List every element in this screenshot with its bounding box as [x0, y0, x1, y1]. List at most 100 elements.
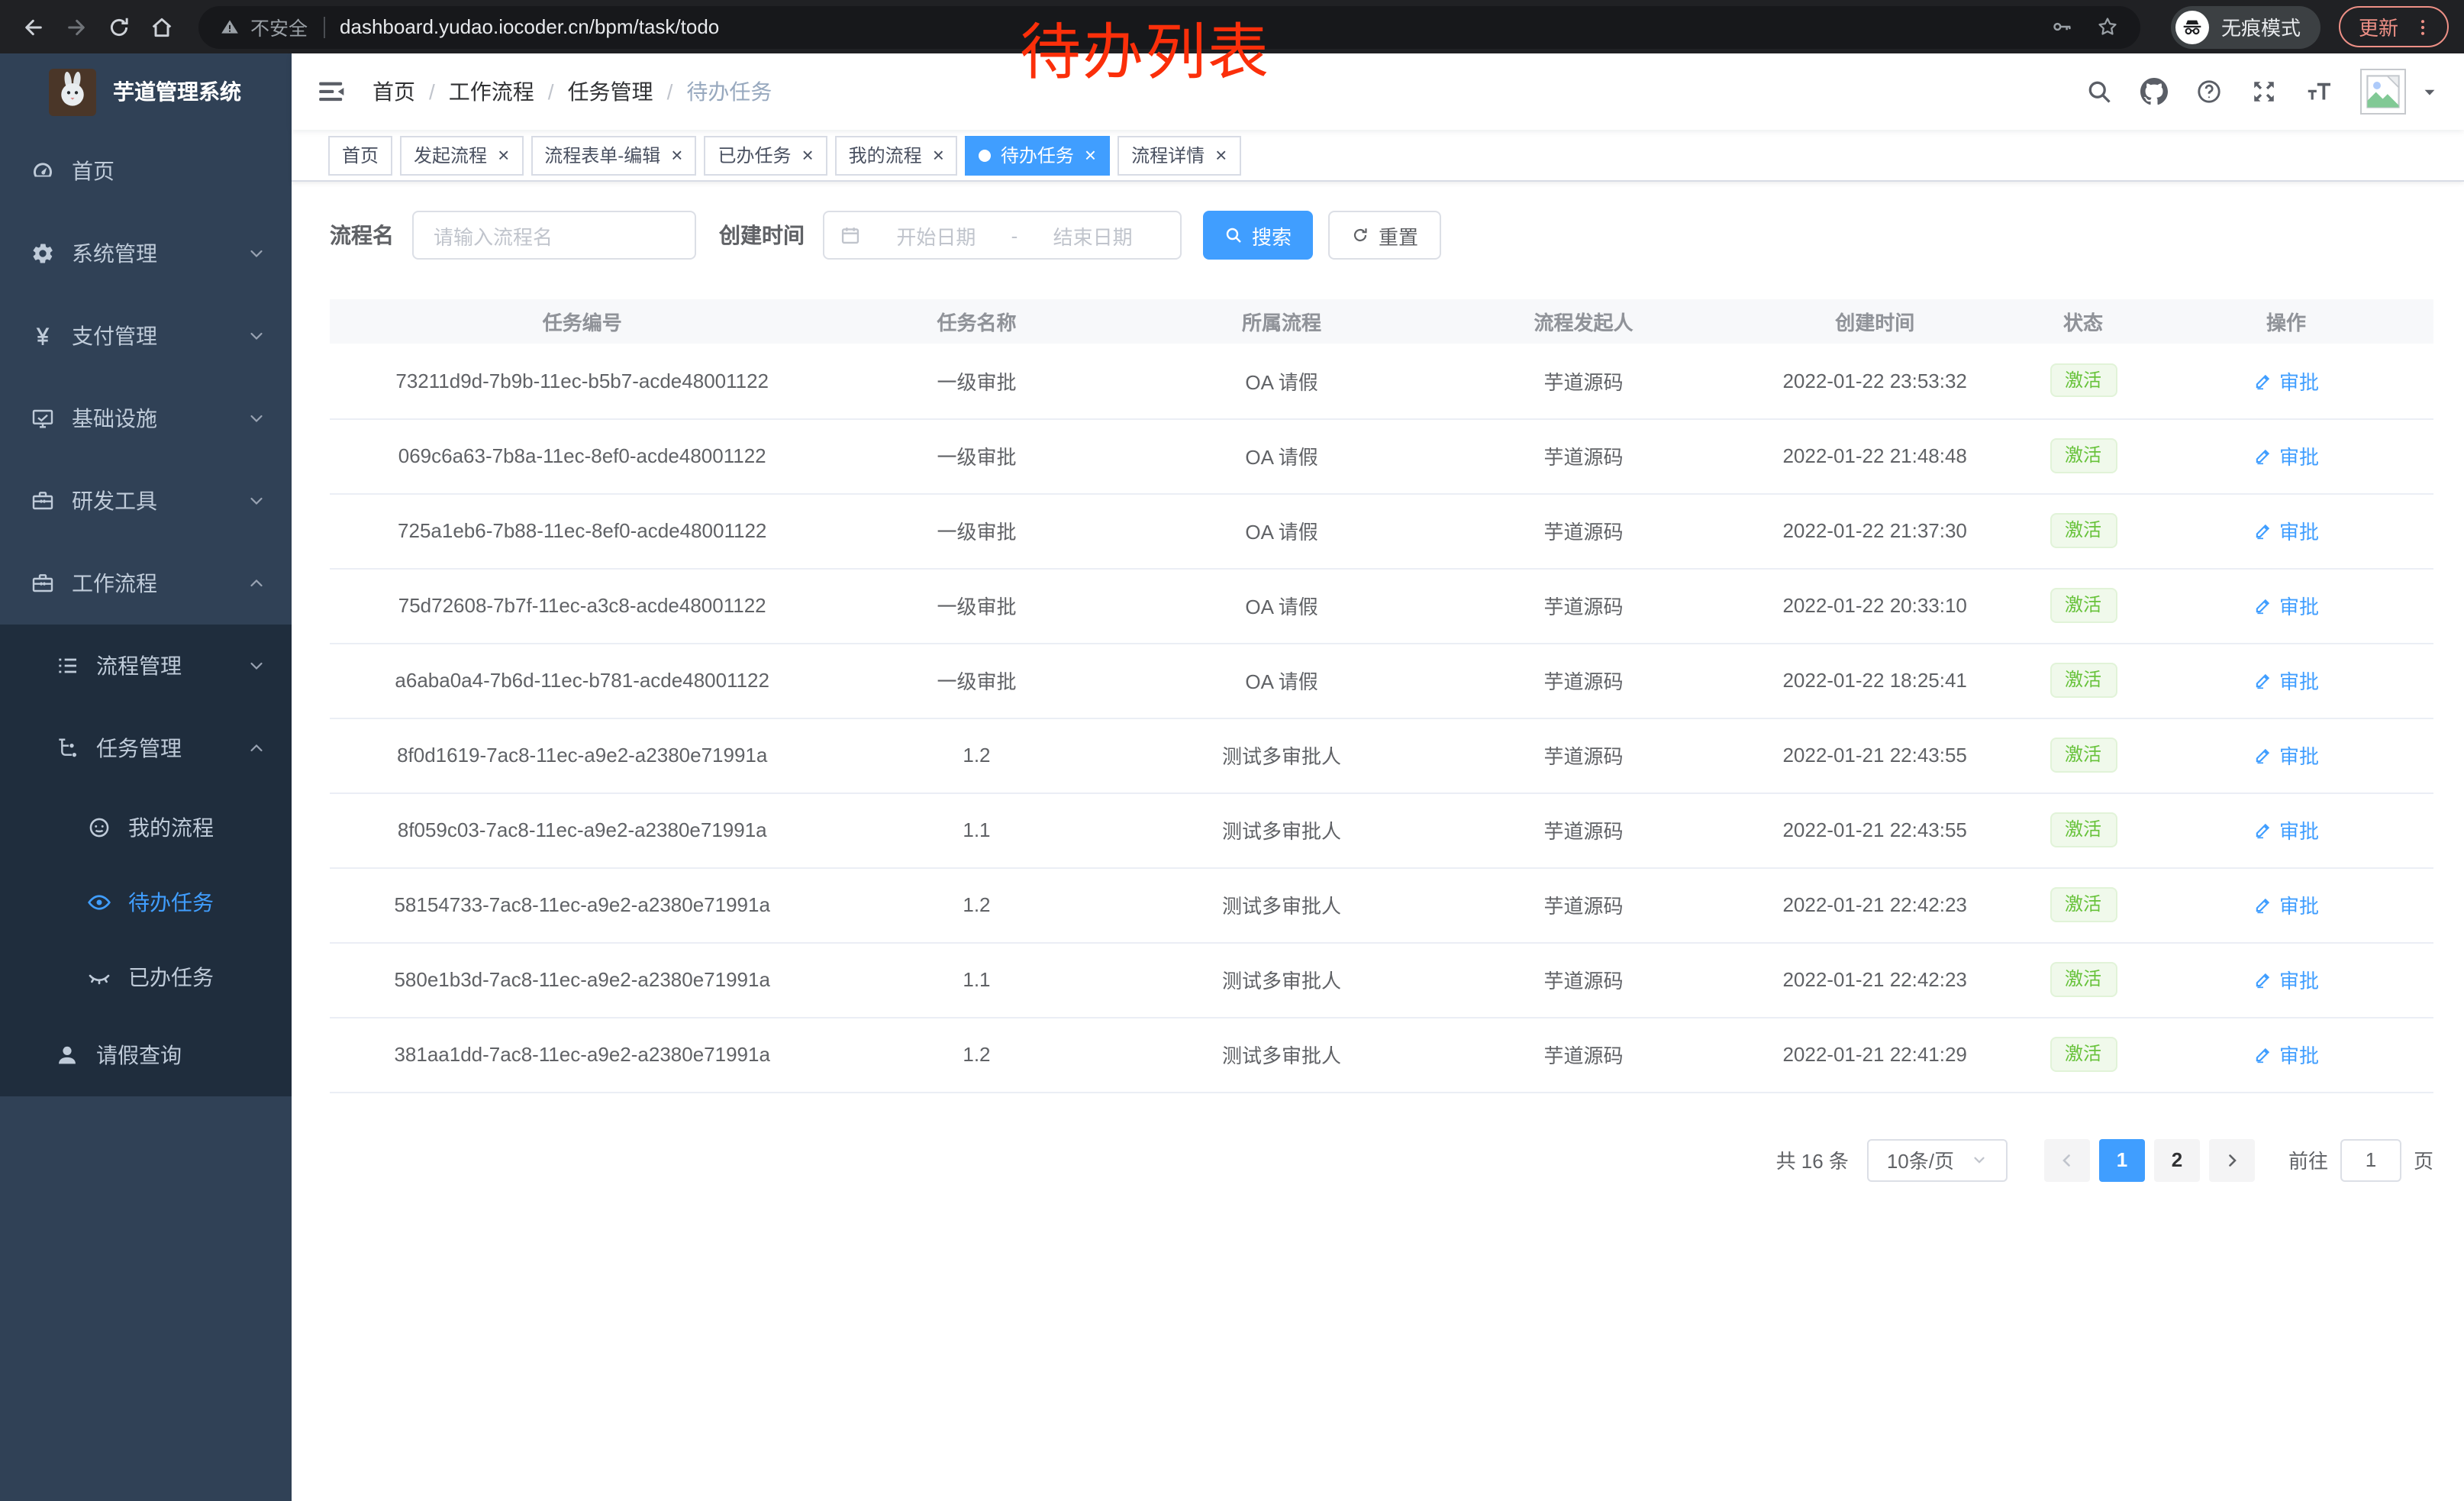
sidebar-item-process-mgmt[interactable]: 流程管理 [0, 625, 292, 707]
security-chip[interactable]: 不安全 [220, 12, 308, 41]
font-size-icon[interactable] [2305, 78, 2333, 105]
process-name-input[interactable]: 请输入流程名 [412, 211, 696, 260]
tab-close-icon[interactable]: × [801, 145, 813, 165]
pager-pages: 12 [2099, 1138, 2200, 1181]
sidebar-logo[interactable]: 芋道管理系统 [0, 53, 292, 130]
tab-start-process[interactable]: 发起流程× [400, 135, 523, 175]
tab-home[interactable]: 首页 [328, 135, 392, 175]
page-button-2[interactable]: 2 [2154, 1138, 2200, 1181]
action-cell: 审批 [2139, 718, 2433, 792]
prev-page-button[interactable] [2044, 1138, 2090, 1181]
tab-my-process[interactable]: 我的流程× [835, 135, 958, 175]
yen-icon [31, 324, 55, 348]
task-id-cell: 8f0d1619-7ac8-11ec-a9e2-a2380e71991a [330, 718, 834, 792]
browser-menu-dots-icon[interactable] [2412, 16, 2433, 37]
url-bar[interactable]: 不安全 dashboard.yudao.iocoder.cn/bpm/task/… [198, 5, 2140, 48]
user-icon [55, 1043, 79, 1067]
tab-form-edit[interactable]: 流程表单-编辑× [531, 135, 696, 175]
starter-cell: 芋道源码 [1445, 718, 1723, 792]
tab-process-detail[interactable]: 流程详情× [1118, 135, 1240, 175]
sidebar-item-done-tasks[interactable]: 已办任务 [0, 939, 292, 1014]
approve-button[interactable]: 审批 [2253, 666, 2319, 695]
fullscreen-icon[interactable] [2250, 78, 2278, 105]
search-button[interactable]: 搜索 [1203, 211, 1313, 260]
task-id-cell: a6aba0a4-7b6d-11ec-b781-acde48001122 [330, 643, 834, 718]
sidebar-item-system[interactable]: 系统管理 [0, 212, 292, 295]
tab-close-icon[interactable]: × [933, 145, 944, 165]
action-cell: 审批 [2139, 792, 2433, 867]
status-cell: 激活 [2027, 418, 2139, 493]
task-name-cell: 1.1 [834, 792, 1118, 867]
bookmark-star-icon[interactable] [2096, 15, 2119, 38]
refresh-icon [1351, 226, 1369, 244]
avatar-caret-down-icon[interactable] [2421, 83, 2438, 100]
github-icon[interactable] [2140, 78, 2168, 105]
sidebar-item-label: 我的流程 [128, 812, 292, 842]
table-header-row: 任务编号任务名称所属流程流程发起人创建时间状态操作 [330, 299, 2433, 344]
approve-button[interactable]: 审批 [2253, 1040, 2319, 1069]
breadcrumb-item[interactable]: 任务管理 [568, 76, 653, 107]
page-button-1[interactable]: 1 [2099, 1138, 2145, 1181]
sidebar-item-my-process[interactable]: 我的流程 [0, 789, 292, 864]
approve-label: 审批 [2279, 591, 2319, 620]
action-cell: 审批 [2139, 867, 2433, 942]
approve-button[interactable]: 审批 [2253, 890, 2319, 919]
starter-cell: 芋道源码 [1445, 792, 1723, 867]
task-id-cell: 58154733-7ac8-11ec-a9e2-a2380e71991a [330, 867, 834, 942]
date-range-separator: - [1008, 224, 1021, 247]
sidebar-item-infrastructure[interactable]: 基础设施 [0, 377, 292, 460]
sidebar-item-label: 待办任务 [128, 886, 292, 917]
sidebar-item-workflow[interactable]: 工作流程 [0, 542, 292, 625]
approve-button[interactable]: 审批 [2253, 741, 2319, 770]
approve-button[interactable]: 审批 [2253, 366, 2319, 395]
goto-page-input[interactable] [2340, 1138, 2401, 1181]
sidebar-item-todo-tasks[interactable]: 待办任务 [0, 864, 292, 939]
task-name-cell: 1.2 [834, 718, 1118, 792]
monitor-icon [31, 406, 55, 431]
task-id-cell: 8f059c03-7ac8-11ec-a9e2-a2380e71991a [330, 792, 834, 867]
browser-home-button[interactable] [144, 8, 180, 45]
browser-forward-button[interactable] [58, 8, 95, 45]
approve-button[interactable]: 审批 [2253, 965, 2319, 994]
tab-close-icon[interactable]: × [498, 145, 509, 165]
breadcrumb-item[interactable]: 首页 [373, 76, 415, 107]
breadcrumb-item[interactable]: 工作流程 [449, 76, 534, 107]
sidebar-item-dev-tools[interactable]: 研发工具 [0, 460, 292, 542]
sidebar-item-payment[interactable]: 支付管理 [0, 295, 292, 377]
browser-back-button[interactable] [15, 8, 52, 45]
calendar-icon [840, 224, 861, 246]
user-avatar[interactable] [2360, 69, 2406, 115]
browser-reload-button[interactable] [101, 8, 137, 45]
sidebar: 芋道管理系统 首页系统管理支付管理基础设施研发工具工作流程流程管理任务管理我的流… [0, 53, 292, 1501]
tab-todo-tasks[interactable]: 待办任务× [966, 135, 1110, 175]
edit-icon [2253, 521, 2273, 541]
tab-done-tasks[interactable]: 已办任务× [704, 135, 827, 175]
tab-close-icon[interactable]: × [1215, 145, 1227, 165]
approve-label: 审批 [2279, 741, 2319, 770]
tab-close-icon[interactable]: × [1085, 145, 1096, 165]
sidebar-item-leave-query[interactable]: 请假查询 [0, 1014, 292, 1096]
hamburger-icon[interactable] [316, 76, 347, 107]
search-icon[interactable] [2085, 78, 2113, 105]
approve-button[interactable]: 审批 [2253, 815, 2319, 844]
tab-close-icon[interactable]: × [671, 145, 682, 165]
sidebar-item-task-mgmt[interactable]: 任务管理 [0, 707, 292, 789]
approve-button[interactable]: 审批 [2253, 516, 2319, 545]
approve-button[interactable]: 审批 [2253, 591, 2319, 620]
sidebar-item-label: 任务管理 [96, 733, 247, 763]
table-row: 069c6a63-7b8a-11ec-8ef0-acde48001122一级审批… [330, 418, 2433, 493]
date-range-input[interactable]: 开始日期 - 结束日期 [823, 211, 1182, 260]
table-row: a6aba0a4-7b6d-11ec-b781-acde48001122一级审批… [330, 643, 2433, 718]
next-page-button[interactable] [2209, 1138, 2255, 1181]
page-size-select[interactable]: 10条/页 [1867, 1138, 2008, 1181]
browser-update-button[interactable]: 更新 [2339, 6, 2449, 47]
help-icon[interactable] [2195, 78, 2223, 105]
column-header: 任务名称 [834, 299, 1118, 344]
security-label: 不安全 [250, 12, 308, 41]
reset-button[interactable]: 重置 [1328, 211, 1441, 260]
sidebar-item-home[interactable]: 首页 [0, 130, 292, 212]
approve-button[interactable]: 审批 [2253, 441, 2319, 470]
dashboard-icon [31, 159, 55, 183]
approve-label: 审批 [2279, 516, 2319, 545]
key-icon[interactable] [2050, 15, 2073, 38]
